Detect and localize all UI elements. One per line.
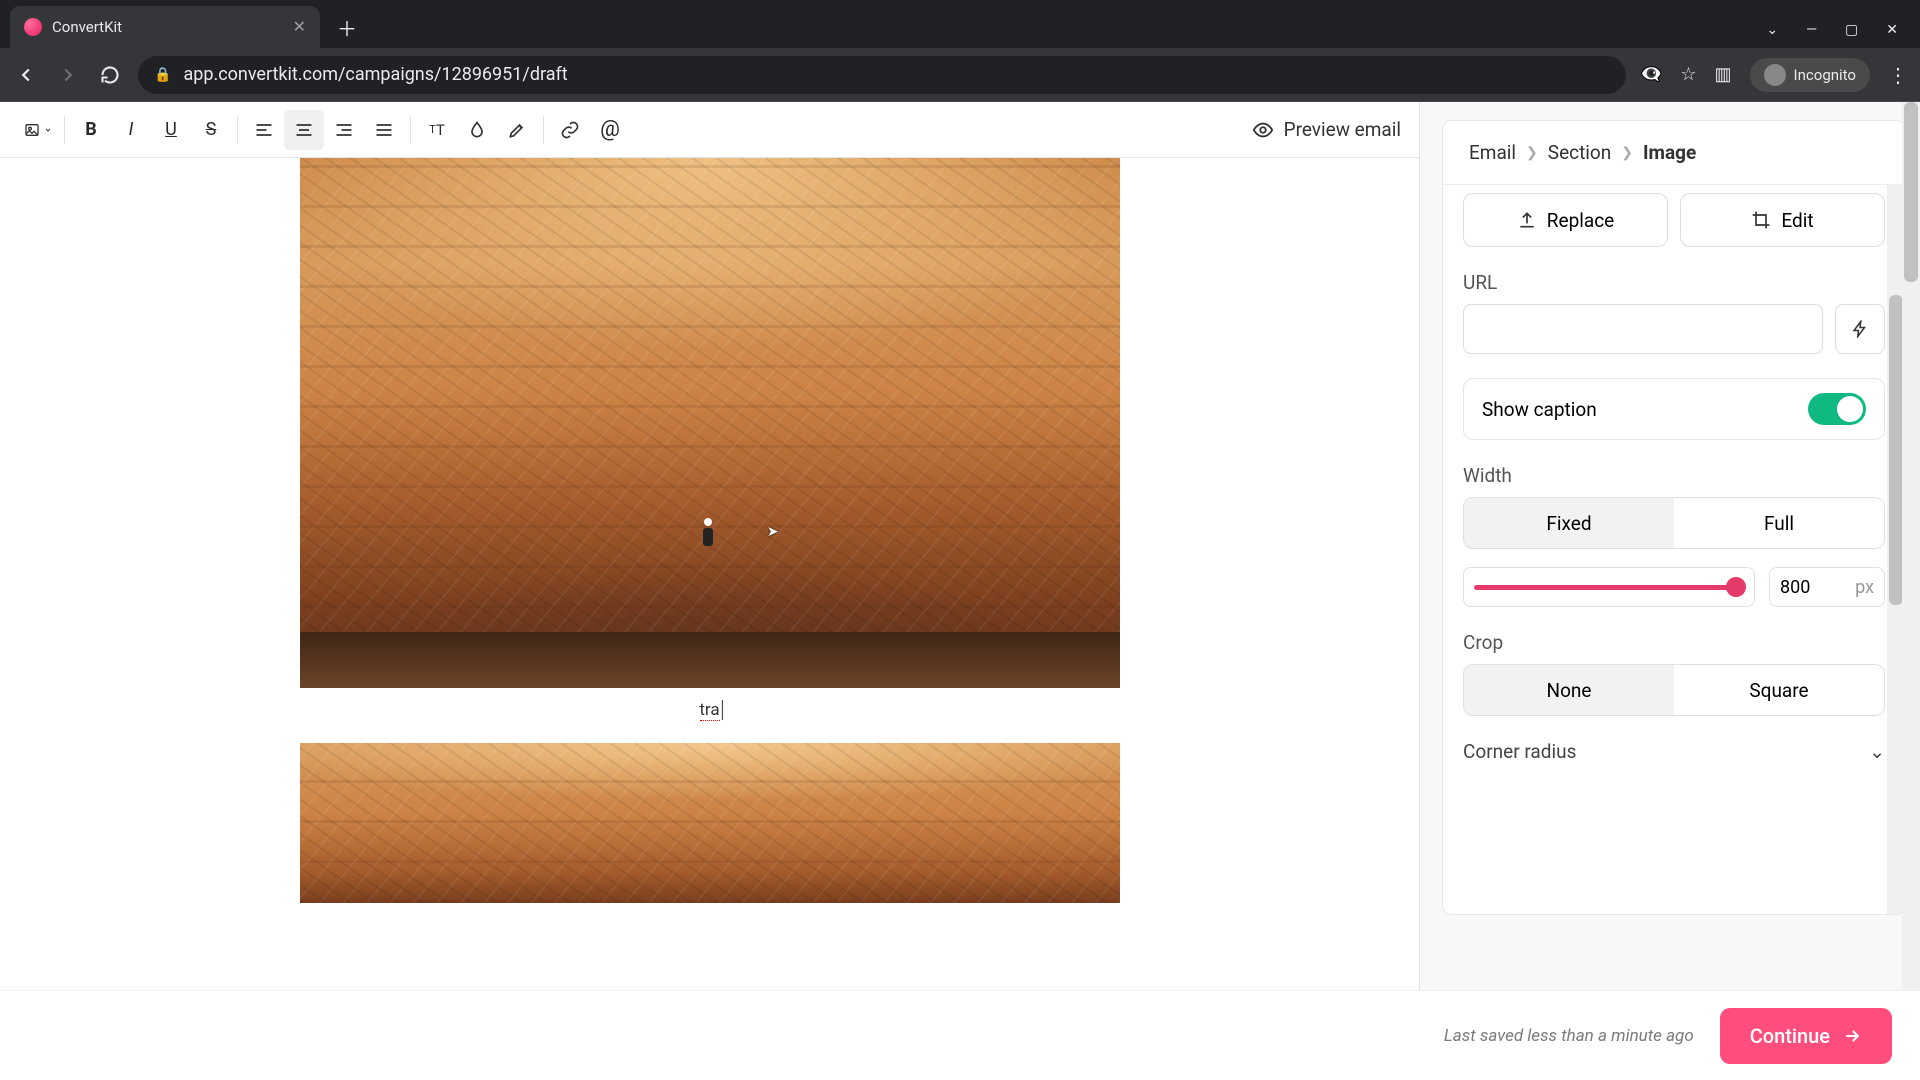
url-input[interactable] [1463,304,1823,354]
url-bar[interactable]: 🔒 app.convertkit.com/campaigns/12896951/… [138,56,1626,94]
kebab-menu-icon[interactable]: ⋮ [1888,63,1908,87]
width-value: 800 [1780,577,1810,598]
corner-radius-row[interactable]: Corner radius ⌄ [1463,734,1885,763]
page-scrollbar[interactable] [1902,102,1920,1080]
replace-button[interactable]: Replace [1463,193,1668,247]
browser-tab[interactable]: ConvertKit ✕ [10,6,320,48]
editor-canvas[interactable]: ➤ tra [0,158,1419,1080]
cursor-icon: ➤ [767,524,779,540]
replace-label: Replace [1547,209,1614,232]
bolt-icon [1851,320,1869,338]
continue-label: Continue [1750,1024,1830,1048]
width-slider[interactable] [1463,567,1755,607]
last-saved-text: Last saved less than a minute ago [1444,1026,1694,1046]
crop-icon [1751,210,1771,230]
chevron-right-icon: ❯ [1621,145,1633,161]
url-label: URL [1463,271,1885,294]
width-label: Width [1463,464,1885,487]
edit-label: Edit [1781,209,1813,232]
editor-toolbar: B I U S TT [0,102,1419,158]
incognito-label: Incognito [1794,66,1856,84]
chevron-down-icon: ⌄ [1869,740,1885,763]
crop-square-option[interactable]: Square [1674,665,1884,715]
link-button[interactable] [550,110,590,150]
align-right-button[interactable] [324,110,364,150]
image-block-2[interactable] [300,743,1120,903]
forward-button[interactable] [54,61,82,89]
font-size-button[interactable]: TT [417,110,457,150]
lock-icon: 🔒 [154,67,171,83]
crop-label: Crop [1463,631,1885,654]
underline-button[interactable]: U [151,110,191,150]
align-center-button[interactable] [284,110,324,150]
eye-off-icon[interactable]: 👁‍🗨 [1640,64,1662,85]
favicon-icon [24,18,42,36]
star-icon[interactable]: ☆ [1680,64,1696,85]
browser-tab-strip: ConvertKit ✕ ＋ ⌄ — ▢ ✕ [0,0,1920,48]
show-caption-row: Show caption [1463,378,1885,440]
image-block[interactable]: ➤ [300,158,1120,688]
close-window-icon[interactable]: ✕ [1886,22,1898,38]
upload-icon [1517,210,1537,230]
crop-none-option[interactable]: None [1464,665,1674,715]
width-fixed-option[interactable]: Fixed [1464,498,1674,548]
breadcrumb-section[interactable]: Section [1548,141,1611,164]
browser-address-bar: 🔒 app.convertkit.com/campaigns/12896951/… [0,48,1920,102]
new-tab-button[interactable]: ＋ [330,10,364,44]
mention-button[interactable]: @ [590,110,630,150]
properties-panel: Email ❯ Section ❯ Image Replace Edit [1442,120,1906,915]
slider-handle[interactable] [1726,577,1746,597]
image-caption[interactable]: tra [699,700,719,721]
width-unit: px [1855,577,1874,598]
preview-label: Preview email [1284,118,1401,141]
back-button[interactable] [12,61,40,89]
incognito-badge[interactable]: Incognito [1750,58,1870,92]
url-text: app.convertkit.com/campaigns/12896951/dr… [183,64,567,85]
minimize-icon[interactable]: — [1806,22,1817,38]
corner-radius-label: Corner radius [1463,740,1576,763]
align-justify-button[interactable] [364,110,404,150]
text-color-button[interactable] [457,110,497,150]
breadcrumb-image[interactable]: Image [1643,141,1696,164]
show-caption-label: Show caption [1482,398,1597,421]
strikethrough-button[interactable]: S [191,110,231,150]
edit-button[interactable]: Edit [1680,193,1885,247]
preview-email-button[interactable]: Preview email [1252,118,1401,141]
reload-button[interactable] [96,61,124,89]
maximize-icon[interactable]: ▢ [1845,22,1858,38]
insert-image-button[interactable] [18,110,58,150]
arrow-right-icon [1842,1026,1862,1046]
align-left-button[interactable] [244,110,284,150]
italic-button[interactable]: I [111,110,151,150]
width-value-input[interactable]: 800 px [1769,567,1885,607]
close-tab-icon[interactable]: ✕ [293,17,306,37]
crop-segmented: None Square [1463,664,1885,716]
breadcrumb: Email ❯ Section ❯ Image [1443,121,1905,184]
width-full-option[interactable]: Full [1674,498,1884,548]
bold-button[interactable]: B [71,110,111,150]
breadcrumb-email[interactable]: Email [1469,141,1516,164]
person-figure [701,518,715,554]
panel-icon[interactable]: ▥ [1715,64,1732,85]
width-segmented: Fixed Full [1463,497,1885,549]
incognito-icon [1764,64,1786,86]
continue-button[interactable]: Continue [1720,1008,1892,1064]
chevron-right-icon: ❯ [1526,145,1538,161]
page-footer: Last saved less than a minute ago Contin… [0,990,1920,1080]
show-caption-toggle[interactable] [1808,393,1866,425]
highlight-button[interactable] [497,110,537,150]
chevron-down-icon[interactable]: ⌄ [1766,22,1778,38]
eye-icon [1252,119,1274,141]
window-controls: ⌄ — ▢ ✕ [1766,22,1920,38]
tab-title: ConvertKit [52,18,122,36]
url-action-button[interactable] [1835,304,1885,354]
